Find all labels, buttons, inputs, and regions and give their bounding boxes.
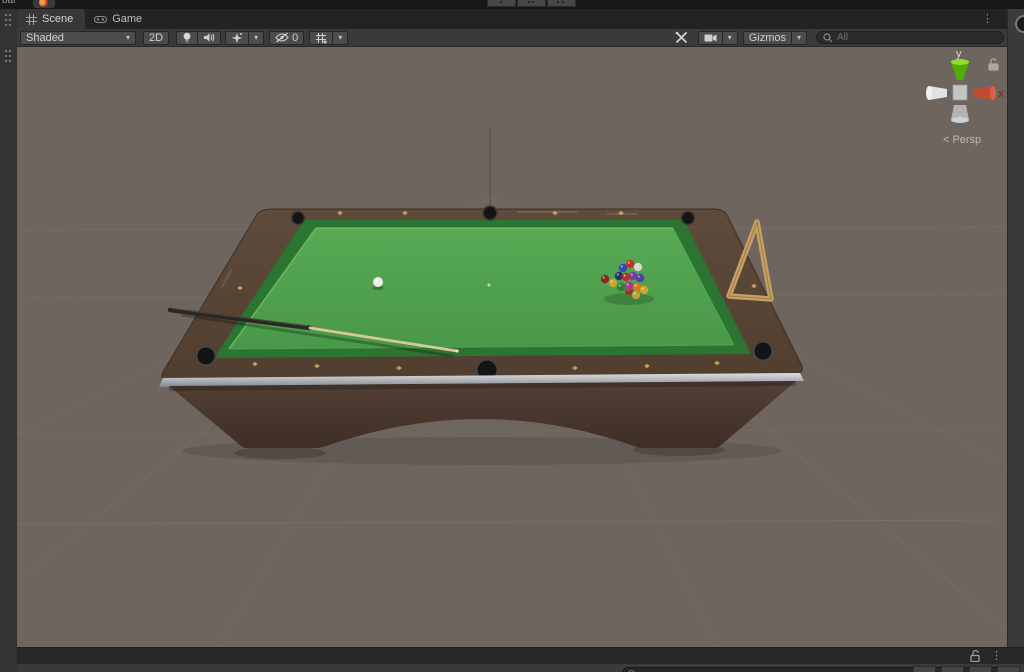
clipped-button[interactable]: [913, 666, 936, 672]
pool-ball[interactable]: [625, 282, 633, 290]
scene-grid-icon: [26, 14, 37, 25]
scene-audio-button[interactable]: [198, 31, 221, 45]
hidden-count: 0: [292, 32, 298, 44]
toggle-2d-button[interactable]: 2D: [143, 31, 169, 45]
ball-highlight: [636, 264, 638, 266]
right-dock-strip: [1007, 9, 1024, 661]
play-button[interactable]: [487, 0, 516, 7]
ball-highlight: [635, 284, 637, 286]
effects-sparkle-icon: [231, 32, 243, 44]
chevron-down-icon: ▾: [797, 34, 801, 42]
cue-ball-highlight: [375, 279, 378, 282]
chevron-down-icon: ▾: [728, 34, 732, 42]
grid-visual-button[interactable]: [309, 31, 333, 45]
camera-dropdown[interactable]: ▾: [723, 31, 738, 45]
grid-axis-icon: [315, 32, 327, 44]
tab-scene[interactable]: Scene: [17, 9, 85, 29]
pause-button[interactable]: [517, 0, 546, 7]
gizmos-button[interactable]: Gizmos: [743, 31, 792, 45]
ball-highlight: [603, 276, 605, 278]
gizmo-center-cube[interactable]: [953, 85, 967, 100]
scene-effects-button[interactable]: [225, 31, 249, 45]
component-tools-button[interactable]: [669, 31, 694, 45]
clipped-button[interactable]: [941, 666, 964, 672]
speaker-icon: [203, 32, 215, 43]
gizmos-dropdown[interactable]: ▾: [792, 31, 807, 45]
scene-view-toolbar: Shaded ▾ 2D ▾ 0: [17, 29, 1007, 47]
grid-dropdown[interactable]: ▾: [333, 31, 348, 45]
step-button[interactable]: [547, 0, 576, 7]
tab-game[interactable]: Game: [85, 9, 154, 29]
ball-highlight: [621, 265, 623, 267]
persp-toggle[interactable]: <Persp: [943, 134, 981, 146]
ball-highlight: [627, 283, 629, 285]
scene-search-input[interactable]: All: [816, 31, 1004, 44]
scene-viewport[interactable]: y x <Persp: [17, 47, 1007, 647]
scene-visibility-button[interactable]: 0: [269, 31, 304, 45]
ball-highlight: [638, 275, 640, 277]
cue-tip: [456, 350, 459, 353]
axis-neg-y-cone[interactable]: [951, 105, 969, 123]
2d-label: 2D: [149, 32, 163, 44]
draw-mode-dropdown[interactable]: Shaded ▾: [20, 31, 136, 45]
scene-bottom-bar: ⋮: [17, 647, 1024, 665]
ball-highlight: [642, 287, 644, 289]
pool-ball[interactable]: [601, 275, 609, 283]
pane-handle-icon[interactable]: [5, 14, 11, 30]
clipped-panel-icon: [1015, 15, 1024, 33]
cloud-swirl-icon: [39, 0, 48, 7]
chevron-down-icon: ▾: [338, 34, 342, 42]
main-toolbar-fragment: bar: [0, 0, 1024, 9]
ball-highlight: [619, 284, 621, 286]
chevron-down-icon: ▾: [254, 34, 258, 42]
tab-scene-label: Scene: [42, 13, 73, 25]
unity-editor-window: bar Scene Game ⋮: [0, 0, 1024, 672]
ball-highlight: [624, 274, 626, 276]
cue-ball[interactable]: [373, 277, 383, 287]
tools-cross-icon: [675, 31, 688, 44]
tab-game-label: Game: [112, 13, 142, 25]
pool-ball[interactable]: [632, 291, 640, 299]
chevron-down-icon: ▾: [126, 34, 130, 42]
toolbar-leftover-text: bar: [2, 0, 16, 6]
ball-highlight: [617, 273, 619, 275]
axis-y-label: y: [956, 48, 962, 60]
game-gamepad-icon: [94, 15, 107, 24]
eye-slash-icon: [275, 32, 289, 43]
view-tab-bar: Scene Game ⋮: [17, 9, 1007, 29]
clipped-button[interactable]: [997, 666, 1020, 672]
draw-mode-label: Shaded: [26, 32, 64, 44]
search-placeholder: All: [837, 32, 848, 43]
ball-highlight: [628, 261, 630, 263]
lightbulb-icon: [182, 32, 192, 44]
pool-ball[interactable]: [636, 274, 644, 282]
search-icon: [823, 33, 833, 43]
pool-ball[interactable]: [634, 263, 642, 271]
collab-icon[interactable]: [33, 0, 55, 8]
pool-ball[interactable]: [640, 286, 648, 294]
pane-menu-kebab-icon[interactable]: ⋮: [991, 651, 1002, 662]
axis-x-label: x: [998, 88, 1005, 100]
foot-spot: [487, 283, 490, 286]
pool-ball[interactable]: [617, 283, 625, 291]
gizmos-label: Gizmos: [749, 32, 786, 44]
scene-lighting-button[interactable]: [176, 31, 198, 45]
lower-toolbar-buttons-fragment: [913, 666, 1020, 672]
scene-camera-button[interactable]: [698, 31, 723, 45]
ball-highlight: [611, 280, 613, 282]
pane-menu-kebab-icon[interactable]: ⋮: [982, 14, 993, 24]
clipped-button[interactable]: [969, 666, 992, 672]
table-felt: [229, 228, 734, 349]
pane-handle-icon[interactable]: [5, 50, 11, 66]
camera-icon: [704, 33, 717, 43]
pool-ball[interactable]: [626, 260, 634, 268]
lower-panel-fragment: [17, 664, 1024, 672]
pool-ball[interactable]: [609, 279, 617, 287]
ball-highlight: [634, 292, 636, 294]
left-dock-strip: [0, 9, 18, 672]
effects-dropdown[interactable]: ▾: [249, 31, 264, 45]
ball-highlight: [631, 273, 633, 275]
play-controls-fragment: [487, 0, 576, 6]
unlock-icon[interactable]: [970, 650, 981, 662]
